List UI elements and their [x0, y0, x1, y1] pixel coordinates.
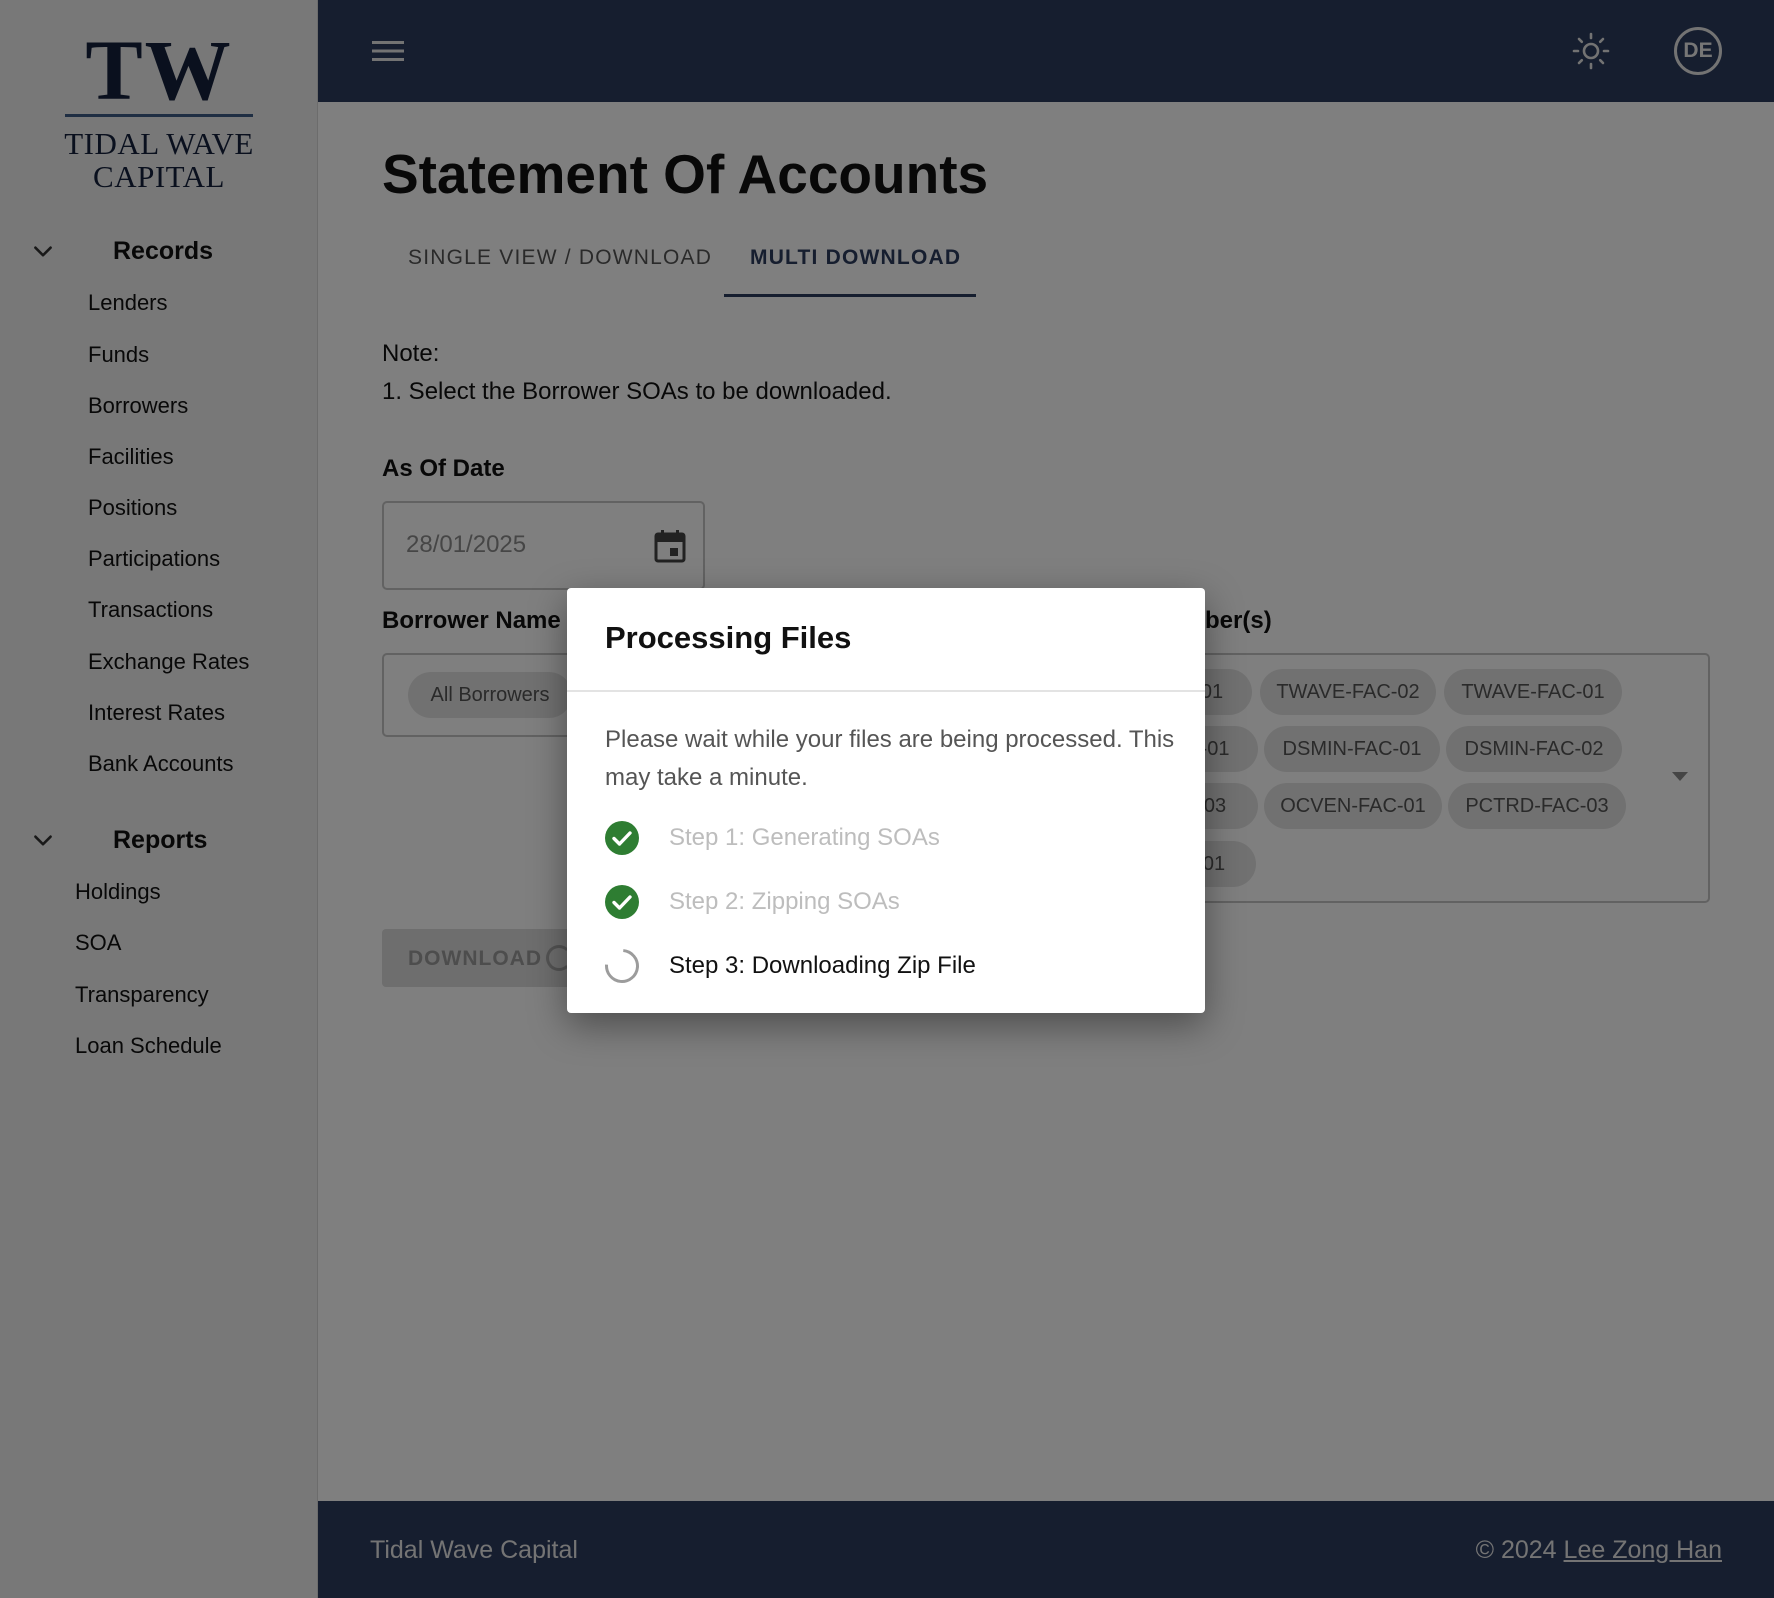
- dialog-title: Processing Files: [605, 620, 852, 655]
- check-circle-icon: [605, 821, 639, 855]
- step-3: Step 3: Downloading Zip File: [598, 942, 976, 990]
- step-1-label: Step 1: Generating SOAs: [669, 824, 940, 851]
- step-2-label: Step 2: Zipping SOAs: [669, 888, 900, 915]
- step-1: Step 1: Generating SOAs: [605, 820, 940, 856]
- step-2: Step 2: Zipping SOAs: [605, 884, 900, 920]
- dialog-divider: [567, 690, 1205, 692]
- step-3-label: Step 3: Downloading Zip File: [669, 952, 976, 979]
- check-circle-icon: [605, 885, 639, 919]
- dialog-message: Please wait while your files are being p…: [605, 726, 1175, 791]
- processing-files-dialog: Processing Files Please wait while your …: [567, 588, 1205, 1013]
- loading-spinner-icon: [598, 942, 646, 990]
